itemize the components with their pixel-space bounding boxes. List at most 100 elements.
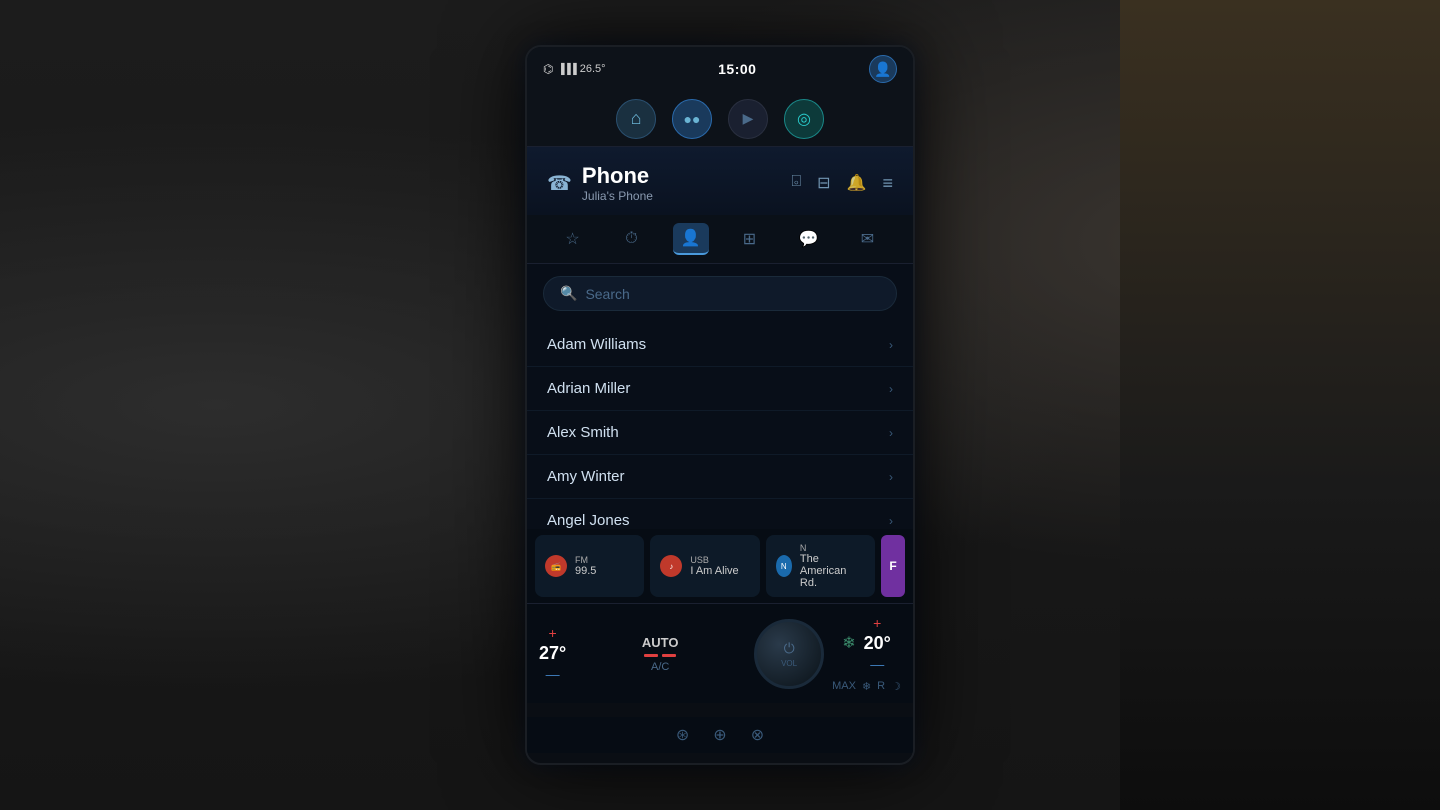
wifi-icon: ⌬	[543, 62, 553, 76]
media-item-usb[interactable]: ♪ USB I Am Alive	[650, 535, 759, 597]
phone-header: ☎ Phone Julia's Phone ⌻ ⊟ 🔔 ≡	[527, 147, 913, 215]
chevron-icon: ›	[889, 426, 893, 440]
contacts-list-button[interactable]: ⊟	[817, 173, 830, 194]
climate-right-temp: + 20° —	[864, 615, 891, 672]
signal-icon: ▐▐▐	[557, 64, 575, 75]
vol-icon: ⏻	[784, 640, 795, 657]
recents-icon: ⏱	[625, 230, 637, 248]
infotainment-screen: ⌬ ▐▐▐ 26.5° 15:00 👤 ⌂ ●● ▶ ◎ ☎ Phone Jul…	[525, 45, 915, 765]
contact-name-adam-williams: Adam Williams	[547, 336, 646, 353]
media-item-nav[interactable]: N N The American Rd.	[766, 535, 875, 597]
voicemail-icon: ✉	[861, 229, 874, 249]
voice-icon: ◎	[797, 109, 811, 129]
climate-auto-label: AUTO	[642, 635, 679, 650]
chevron-icon: ›	[889, 382, 893, 396]
nav-voice-button[interactable]: ◎	[784, 99, 824, 139]
contacts-icon: ●●	[684, 111, 701, 127]
phone-app-title: Phone	[582, 163, 653, 189]
nav-media-button[interactable]: ▶	[728, 99, 768, 139]
climate-right-controls: ❄ + 20° — MAX ❄ R ☽	[832, 615, 901, 693]
status-icons-left: ⌬ ▐▐▐ 26.5°	[543, 62, 606, 76]
tab-favorites[interactable]: ☆	[555, 223, 591, 255]
temp-right-increase-button[interactable]: +	[873, 615, 881, 631]
fm-value: 99.5	[575, 565, 596, 577]
media-bar: 📻 FM 99.5 ♪ USB I Am Alive N N The	[527, 529, 913, 603]
contact-name-angel-jones: Angel Jones	[547, 512, 630, 529]
temp-left-decrease-button[interactable]: —	[546, 666, 560, 682]
phone-icon: ☎	[547, 171, 572, 196]
rear-defrost-icon[interactable]: ❄	[862, 680, 871, 693]
contact-item-alex-smith[interactable]: Alex Smith ›	[527, 411, 913, 455]
phone-action-buttons: ⌻ ⊟ 🔔 ≡	[792, 173, 893, 194]
vol-label: VOL	[781, 659, 797, 668]
right-dashboard	[1120, 0, 1440, 810]
usb-value: I Am Alive	[690, 565, 738, 577]
max-label: MAX	[832, 680, 856, 693]
fan-button[interactable]: ⊛	[676, 725, 689, 745]
nav-value: The American Rd.	[800, 553, 865, 589]
contact-name-adrian-miller: Adrian Miller	[547, 380, 630, 397]
tab-recents[interactable]: ⏱	[614, 223, 650, 255]
phone-title-text: Phone Julia's Phone	[582, 163, 653, 203]
tab-contacts[interactable]: 👤	[673, 223, 709, 255]
user-avatar-icon: 👤	[874, 61, 891, 78]
bluetooth-button[interactable]: ⌻	[792, 173, 802, 194]
usb-label: USB	[690, 555, 738, 565]
fm-radio-icon: 📻	[545, 555, 567, 577]
nav-icon-media: N	[776, 555, 792, 577]
media-item-fm[interactable]: 📻 FM 99.5	[535, 535, 644, 597]
contact-name-alex-smith: Alex Smith	[547, 424, 619, 441]
contacts-tab-icon: 👤	[681, 228, 701, 248]
contact-item-adam-williams[interactable]: Adam Williams ›	[527, 323, 913, 367]
temp-right-decrease-button[interactable]: —	[870, 656, 884, 672]
nav-info: N The American Rd.	[800, 543, 865, 589]
search-icon: 🔍	[560, 285, 577, 302]
temp-right-value: 20°	[864, 633, 891, 654]
temperature-display: 26.5°	[580, 63, 606, 75]
heat-button[interactable]: ⊕	[713, 725, 726, 745]
climate-bar: + 27° — AUTO A/C ⏻ VOL ❄ + 20°	[527, 603, 913, 703]
nav-home-button[interactable]: ⌂	[616, 99, 656, 139]
climate-left-temp: + 27° —	[539, 625, 566, 682]
favorite-shortcut-button[interactable]: F	[881, 535, 905, 597]
fm-label: FM	[575, 555, 596, 565]
media-icon: ▶	[743, 110, 754, 127]
r-label: R	[877, 680, 885, 693]
contact-item-amy-winter[interactable]: Amy Winter ›	[527, 455, 913, 499]
favorites-icon: ☆	[565, 229, 579, 249]
tab-keypad[interactable]: ⊞	[732, 223, 768, 255]
usb-icon: ♪	[660, 555, 682, 577]
messages-icon: 💬	[799, 229, 819, 249]
tab-bar: ☆ ⏱ 👤 ⊞ 💬 ✉	[527, 215, 913, 264]
seat-heat-icon[interactable]: ☽	[891, 680, 901, 693]
climate-mode-section: AUTO A/C	[574, 635, 746, 673]
mute-button[interactable]: 🔔	[847, 173, 867, 194]
phone-title-section: ☎ Phone Julia's Phone	[547, 163, 653, 203]
search-bar[interactable]: 🔍 Search	[543, 276, 897, 311]
chevron-icon: ›	[889, 470, 893, 484]
search-placeholder: Search	[585, 286, 629, 302]
clock-display: 15:00	[718, 61, 756, 77]
usb-info: USB I Am Alive	[690, 555, 738, 577]
temp-left-increase-button[interactable]: +	[549, 625, 557, 641]
defrost-icon[interactable]: ❄	[842, 633, 855, 653]
menu-button[interactable]: ≡	[882, 173, 893, 194]
tab-voicemail[interactable]: ✉	[850, 223, 886, 255]
nav-contacts-button[interactable]: ●●	[672, 99, 712, 139]
status-bar: ⌬ ▐▐▐ 26.5° 15:00 👤	[527, 47, 913, 91]
volume-knob[interactable]: ⏻ VOL	[754, 619, 824, 689]
home-icon: ⌂	[631, 108, 642, 129]
user-icon[interactable]: 👤	[869, 55, 897, 83]
nav-bar: ⌂ ●● ▶ ◎	[527, 91, 913, 147]
contact-name-amy-winter: Amy Winter	[547, 468, 625, 485]
fm-info: FM 99.5	[575, 555, 596, 577]
nav-label: N	[800, 543, 865, 553]
chevron-icon: ›	[889, 514, 893, 528]
sync-button[interactable]: ⊗	[751, 725, 764, 745]
tab-messages[interactable]: 💬	[791, 223, 827, 255]
keypad-icon: ⊞	[743, 229, 756, 249]
contact-item-adrian-miller[interactable]: Adrian Miller ›	[527, 367, 913, 411]
chevron-icon: ›	[889, 338, 893, 352]
bottom-nav: ⊛ ⊕ ⊗	[527, 717, 913, 753]
phone-device-name: Julia's Phone	[582, 189, 653, 203]
